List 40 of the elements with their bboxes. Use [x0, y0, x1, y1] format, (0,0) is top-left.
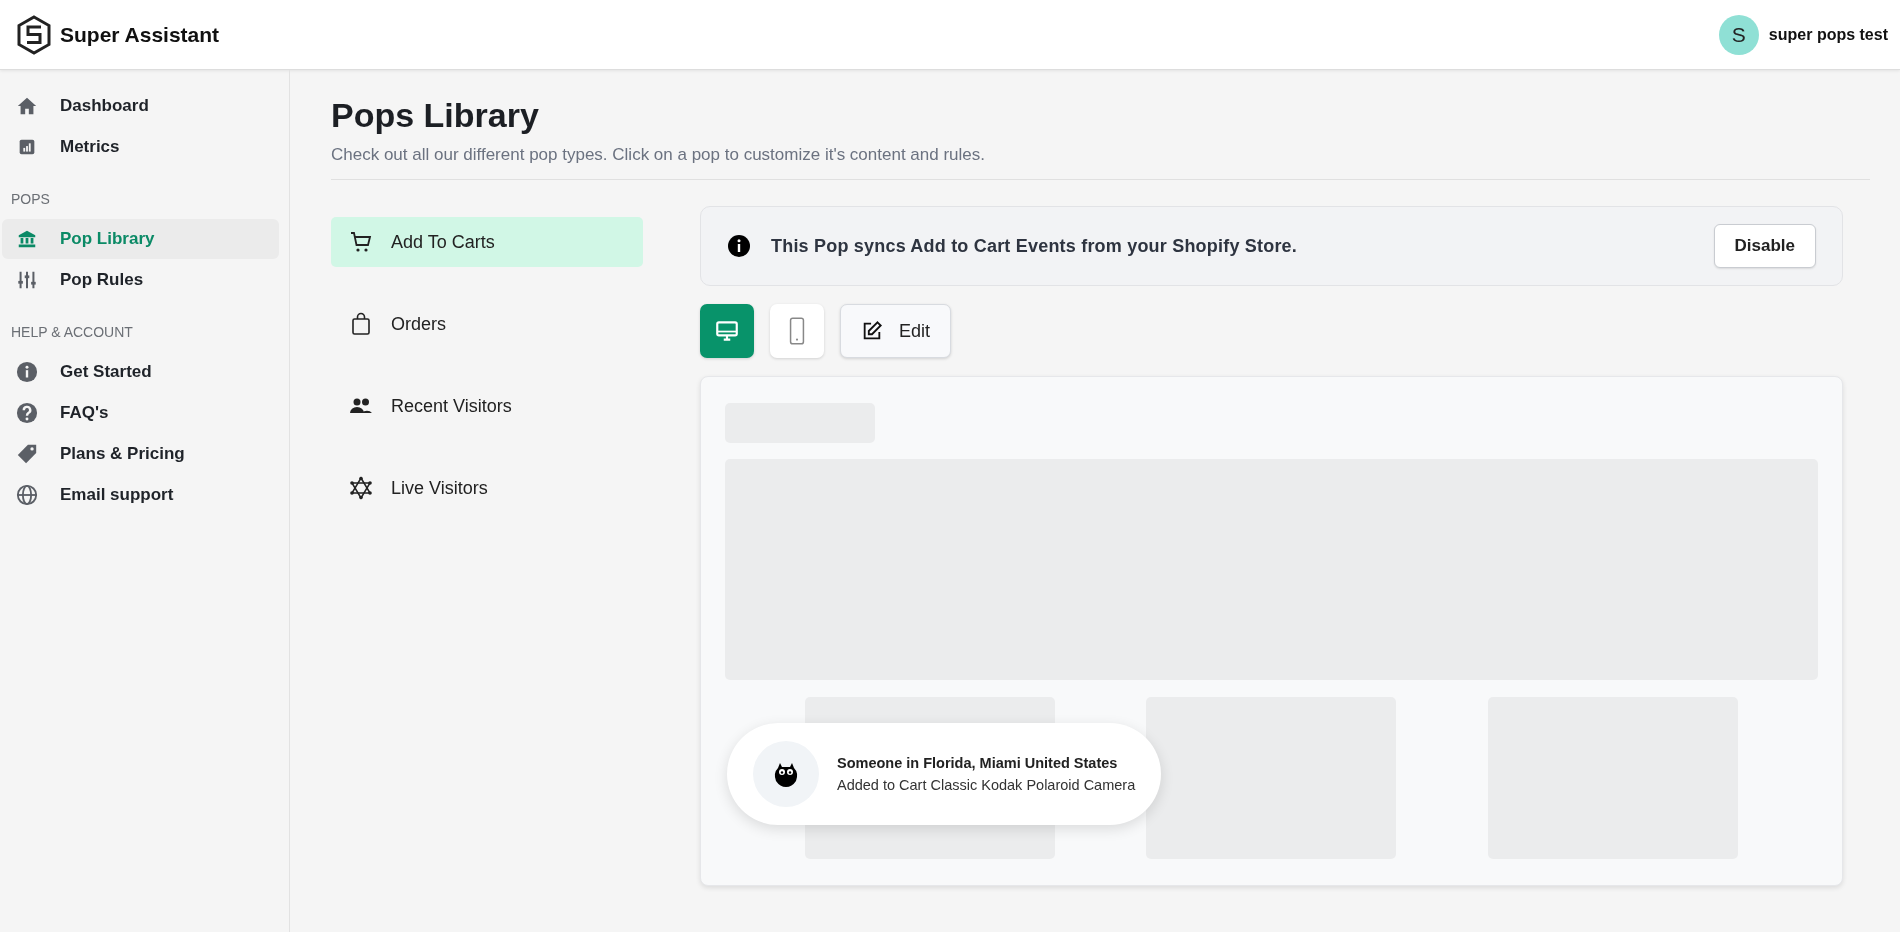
notification-message: Added to Cart Classic Kodak Polaroid Camera	[837, 777, 1136, 793]
mobile-view-button[interactable]	[770, 304, 824, 358]
network-icon	[349, 476, 373, 500]
disable-button[interactable]: Disable	[1713, 224, 1816, 268]
sliders-icon	[16, 269, 38, 291]
brand-name: Super Assistant	[60, 22, 220, 47]
page-subtitle: Check out all our different pop types. Click on a pop to customize it's content and rules.	[331, 145, 1870, 180]
sidebar-item[interactable]: Get Started	[2, 352, 279, 392]
pop-type-item[interactable]: Recent Visitors	[331, 381, 643, 431]
cart-icon	[349, 230, 373, 254]
home-icon	[16, 95, 38, 117]
pop-type-item[interactable]: Add To Carts	[331, 217, 643, 267]
info-icon	[727, 234, 751, 258]
sidebar-item[interactable]: Pop Library	[2, 219, 279, 259]
sidebar-item[interactable]: FAQ's	[2, 393, 279, 433]
sidebar-item[interactable]: Metrics	[2, 127, 279, 167]
pop-type-item[interactable]: Orders	[331, 299, 643, 349]
section-heading: HELP & ACCOUNT	[10, 324, 134, 340]
info-icon	[16, 361, 38, 383]
pop-type-item[interactable]: Live Visitors	[331, 463, 643, 513]
sidebar-item[interactable]: Pop Rules	[2, 260, 279, 300]
sidebar-item[interactable]: Email support	[2, 475, 279, 515]
monitor-icon	[714, 318, 740, 344]
edit-button[interactable]: Edit	[840, 304, 952, 358]
bag-icon	[349, 312, 373, 336]
section-heading: POPS	[10, 191, 51, 207]
bank-icon	[16, 228, 38, 250]
sidebar-item[interactable]: Plans & Pricing	[2, 434, 279, 474]
logo-icon	[16, 14, 52, 55]
tag-icon	[16, 443, 38, 465]
globe-icon	[16, 484, 38, 506]
page-title: Pops Library	[331, 96, 540, 135]
sidebar-item[interactable]: Dashboard	[2, 86, 279, 126]
edit-icon	[861, 320, 883, 342]
user-avatar[interactable]: S	[1718, 14, 1759, 55]
notification-title: Someone in Florida, Miami United States	[837, 755, 1119, 771]
user-name: super pops test	[1768, 25, 1888, 44]
desktop-view-button[interactable]	[700, 304, 754, 358]
banner-text: This Pop syncs Add to Cart Events from your Shopify Store.	[771, 235, 1298, 257]
question-icon	[16, 402, 38, 424]
